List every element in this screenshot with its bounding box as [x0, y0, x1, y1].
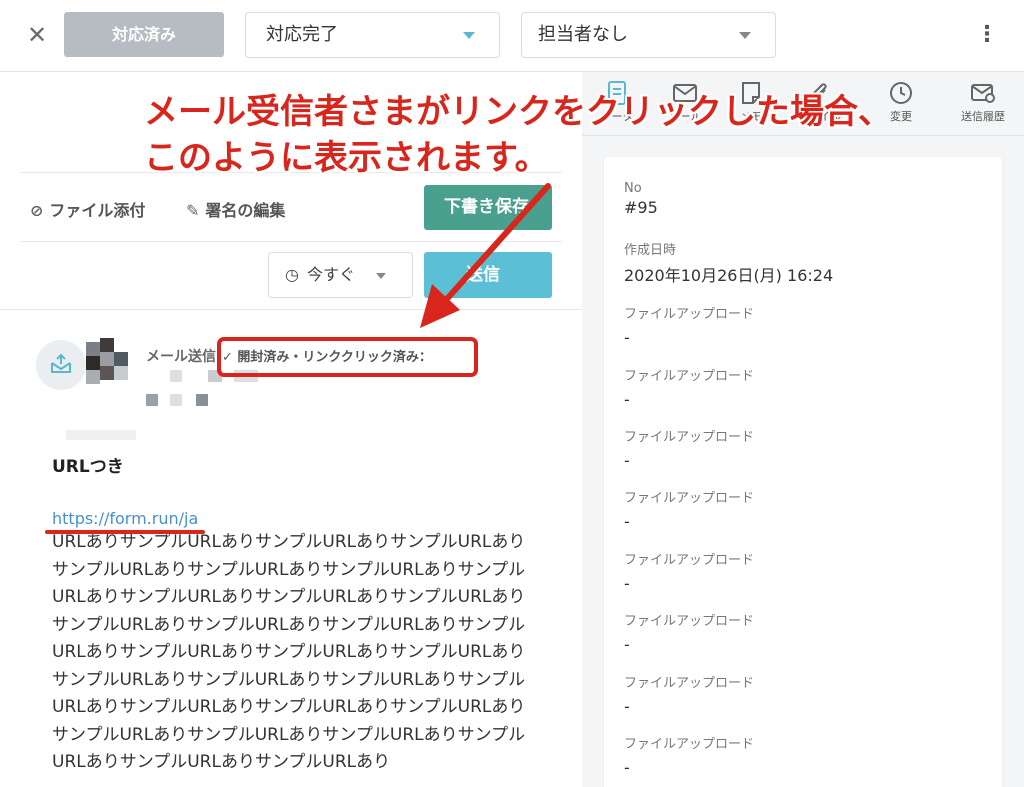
redacted-text	[170, 394, 182, 406]
pencil-icon: ✎	[186, 201, 200, 220]
field-label: ファイルアップロード	[624, 614, 755, 629]
field-file-upload: ファイルアップロード -	[624, 487, 754, 531]
assignee-select[interactable]: 担当者なし	[521, 12, 776, 58]
field-file-upload: ファイルアップロード -	[624, 365, 754, 409]
chevron-down-icon	[463, 32, 475, 39]
redacted-text	[196, 394, 208, 406]
chevron-down-icon	[376, 273, 386, 279]
edit-signature-button[interactable]: ✎ 署名の編集	[186, 197, 285, 221]
send-timing-value: 今すぐ	[306, 265, 355, 284]
status-select[interactable]: 対応完了	[245, 12, 500, 58]
send-button[interactable]: 送信	[424, 252, 552, 298]
details-card: No #95 作成日時 2020年10月26日(月) 16:24 ファイルアップ…	[604, 157, 1002, 787]
mark-done-button[interactable]: 対応済み	[64, 12, 224, 57]
redacted-text	[170, 370, 182, 382]
annotation-line-2: このように表示されます。	[144, 138, 549, 178]
mail-sent-avatar	[36, 340, 86, 390]
field-label: ファイルアップロード	[624, 553, 755, 568]
field-value: -	[624, 758, 630, 777]
highlight-box	[217, 337, 478, 377]
attach-file-label: ファイル添付	[49, 201, 146, 220]
field-value: -	[624, 635, 630, 654]
top-toolbar: ✕ 対応済み 対応完了 担当者なし ⋮	[0, 0, 1024, 72]
field-label: No	[624, 181, 642, 196]
redacted-text	[66, 430, 136, 440]
field-label: 作成日時	[624, 243, 677, 258]
sender-label: メール送信	[146, 349, 216, 365]
tab-send-history[interactable]: 送信履歴	[958, 80, 1008, 130]
field-file-upload: ファイルアップロード -	[624, 610, 754, 654]
send-timing-select[interactable]: ◷ 今すぐ	[268, 252, 413, 298]
field-value: -	[624, 451, 630, 470]
close-icon[interactable]: ✕	[22, 18, 52, 52]
field-label: ファイルアップロード	[624, 676, 755, 691]
message-subject: URLつき	[52, 457, 124, 477]
assignee-select-value: 担当者なし	[538, 24, 628, 45]
link-underline-annotation	[45, 530, 205, 534]
attach-file-button[interactable]: ⊘ ファイル添付	[30, 197, 145, 221]
field-value: -	[624, 390, 630, 409]
field-label: ファイルアップロード	[624, 737, 755, 752]
message-body: URLありサンプルURLありサンプルURLありサンプルURLありサンプルURLあ…	[52, 532, 526, 772]
tab-label: 送信履歴	[961, 110, 1005, 123]
field-file-upload: ファイルアップロード -	[624, 733, 754, 777]
paperclip-icon: ⊘	[30, 201, 44, 220]
save-draft-button[interactable]: 下書き保存	[424, 185, 552, 230]
sender-avatar-blurred	[80, 338, 134, 392]
field-value: -	[624, 512, 630, 531]
field-file-upload: ファイルアップロード -	[624, 549, 754, 593]
field-label: ファイルアップロード	[624, 430, 755, 445]
divider	[0, 309, 582, 310]
chevron-down-icon	[739, 32, 751, 39]
field-file-upload: ファイルアップロード -	[624, 672, 754, 716]
field-file-upload: ファイルアップロード -	[624, 303, 754, 347]
kebab-menu-icon[interactable]: ⋮	[976, 20, 998, 50]
field-file-upload: ファイルアップロード -	[624, 426, 754, 470]
field-label: ファイルアップロード	[624, 369, 755, 384]
status-select-value: 対応完了	[266, 24, 338, 45]
mail-upload-icon	[51, 353, 71, 373]
field-value: -	[624, 328, 630, 347]
field-value: -	[624, 697, 630, 716]
field-value: -	[624, 574, 630, 593]
redacted-text	[146, 394, 158, 406]
field-value: 2020年10月26日(月) 16:24	[624, 266, 834, 285]
field-label: ファイルアップロード	[624, 491, 755, 506]
message-link[interactable]: https://form.run/ja	[52, 509, 198, 528]
mail-history-icon	[971, 84, 995, 103]
field-no: No #95	[624, 181, 658, 217]
field-value: #95	[624, 198, 658, 217]
field-label: ファイルアップロード	[624, 307, 755, 322]
clock-icon: ◷	[285, 265, 299, 284]
annotation-line-1: メール受信者さまがリンクをクリックした場合、	[144, 92, 892, 132]
edit-signature-label: 署名の編集	[205, 201, 286, 220]
field-created-at: 作成日時 2020年10月26日(月) 16:24	[624, 239, 833, 286]
